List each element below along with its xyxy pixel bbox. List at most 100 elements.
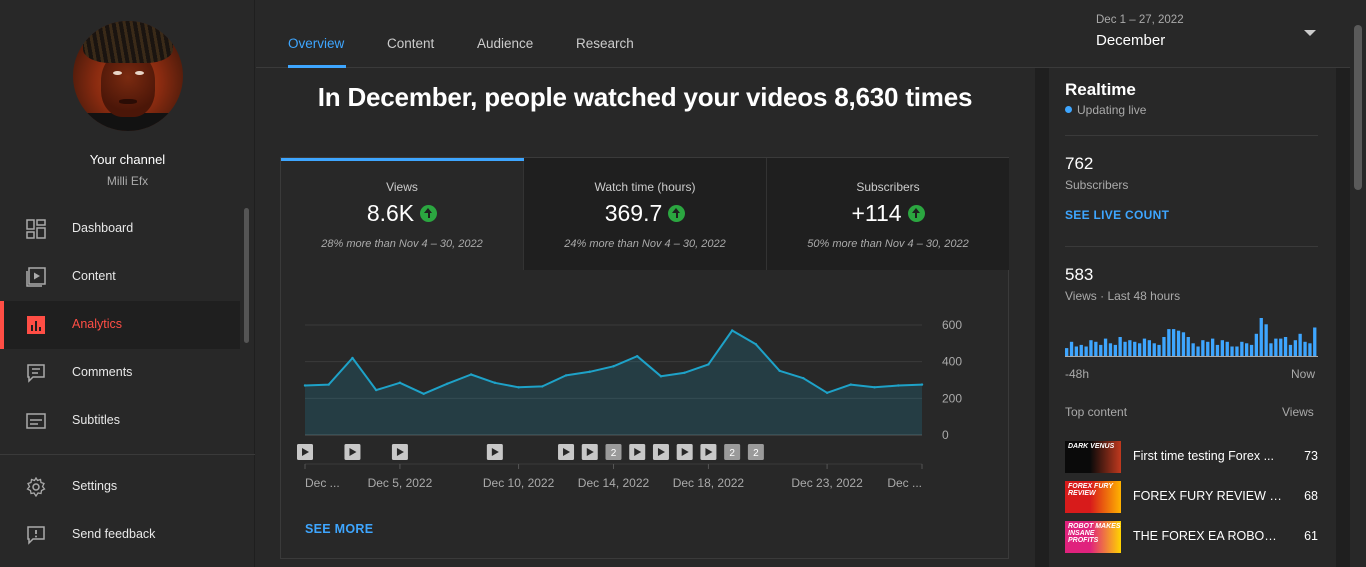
realtime-bar xyxy=(1181,332,1186,357)
sidebar-scrollbar[interactable] xyxy=(244,208,249,343)
see-live-count-link[interactable]: SEE LIVE COUNT xyxy=(1065,208,1169,222)
realtime-views-chart[interactable] xyxy=(1065,318,1318,358)
avatar-eye xyxy=(113,71,122,75)
tab-research[interactable]: Research xyxy=(576,36,634,51)
realtime-bar xyxy=(1147,340,1151,356)
video-thumbnail: ROBOT MAKES INSANE PROFITS xyxy=(1065,521,1121,553)
video-marker: 2 xyxy=(605,444,622,460)
sidebar-item-analytics[interactable]: Analytics xyxy=(0,301,240,349)
views-point xyxy=(446,382,449,385)
realtime-bar xyxy=(1220,340,1224,356)
subscriber-count: 762 xyxy=(1065,154,1094,173)
channel-title: Your channel xyxy=(89,152,166,167)
metric-views[interactable]: Views 8.6K 28% more than Nov 4 – 30, 202… xyxy=(281,158,524,270)
metric-comparison: 24% more than Nov 4 – 30, 2022 xyxy=(564,238,726,250)
metric-value: 369.7 xyxy=(604,200,663,226)
sidebar-item-subtitles[interactable]: Subtitles xyxy=(0,397,240,445)
sidebar-item-comments[interactable]: Comments xyxy=(0,349,240,397)
top-content-row[interactable]: FOREX FURY REVIEW FOREX FURY REVIEW &...… xyxy=(1065,481,1318,513)
sidebar-divider xyxy=(0,454,255,455)
see-more-link[interactable]: SEE MORE xyxy=(305,522,373,536)
realtime-bar xyxy=(1191,343,1195,356)
active-tab-indicator xyxy=(288,65,346,68)
realtime-bar xyxy=(1274,338,1278,356)
video-marker xyxy=(629,444,646,460)
sidebar-item-label: Settings xyxy=(72,479,118,493)
views-point xyxy=(873,386,876,389)
realtime-bar xyxy=(1118,337,1122,356)
realtime-bar xyxy=(1313,327,1317,356)
views-point xyxy=(778,369,781,373)
date-range-label: December xyxy=(1096,32,1166,49)
metric-subscribers[interactable]: Subscribers +114 50% more than Nov 4 – 3… xyxy=(767,158,1009,270)
video-marker-count: 2 xyxy=(611,448,617,459)
metric-title: Watch time (hours) xyxy=(594,180,696,194)
realtime-bar xyxy=(1152,343,1156,356)
realtime-bar xyxy=(1298,333,1302,356)
views-point xyxy=(351,356,354,360)
tab-overview[interactable]: Overview xyxy=(288,36,344,51)
realtime-bar xyxy=(1065,348,1069,356)
top-content-views-header: Views xyxy=(1282,405,1314,419)
tab-content[interactable]: Content xyxy=(387,36,434,51)
realtime-bar xyxy=(1138,343,1142,356)
views-point xyxy=(588,370,591,373)
video-title: First time testing Forex ... xyxy=(1133,449,1275,463)
channel-avatar[interactable] xyxy=(73,21,183,131)
realtime-bar xyxy=(1269,343,1273,356)
realtime-bar xyxy=(1283,337,1288,356)
realtime-bar xyxy=(1201,340,1205,356)
date-range-picker[interactable]: Dec 1 – 27, 2022 December xyxy=(1036,0,1350,68)
sidebar-item-send-feedback[interactable]: Send feedback xyxy=(0,511,240,559)
realtime-bar xyxy=(1123,341,1127,357)
subscriber-label: Subscribers xyxy=(1065,178,1129,192)
realtime-panel: Realtime Updating live 762 Subscribers S… xyxy=(1035,68,1350,567)
views-point xyxy=(517,386,520,389)
y-tick-label: 400 xyxy=(942,355,962,369)
avatar-eye xyxy=(135,71,144,75)
views-point xyxy=(849,383,853,386)
top-content-row[interactable]: ROBOT MAKES INSANE PROFITS THE FOREX EA … xyxy=(1065,521,1318,553)
subtitles-icon xyxy=(26,413,46,429)
sidebar-item-dashboard[interactable]: Dashboard xyxy=(0,205,240,253)
video-marker xyxy=(297,444,313,460)
x-tick-label: Dec 5, 2022 xyxy=(368,476,433,490)
views-chart[interactable]: 0 200 400 600 2 2 2 Dec ... Dec 5, 2022 Dec 10, 2… xyxy=(281,308,1008,498)
x-tick-label: Dec 14, 2022 xyxy=(578,476,650,490)
realtime-bar xyxy=(1079,344,1083,356)
video-marker-count: 2 xyxy=(753,448,759,459)
date-range-text: Dec 1 – 27, 2022 xyxy=(1096,14,1184,26)
page-scrollbar[interactable] xyxy=(1354,25,1362,190)
realtime-views-count: 583 xyxy=(1065,265,1094,284)
video-marker xyxy=(700,444,717,460)
sidebar-item-label: Analytics xyxy=(72,317,123,331)
metric-watch-time[interactable]: Watch time (hours) 369.7 24% more than N… xyxy=(524,158,767,270)
trend-up-icon xyxy=(668,205,686,222)
trend-up-icon xyxy=(420,205,438,222)
video-marker xyxy=(391,444,408,460)
video-title: THE FOREX EA ROBOT ... xyxy=(1133,529,1283,543)
realtime-bar xyxy=(1279,338,1283,356)
views-point xyxy=(802,376,805,380)
realtime-bar xyxy=(1225,341,1229,357)
realtime-bar xyxy=(1259,318,1263,356)
video-marker: 2 xyxy=(747,444,764,460)
metric-title: Views xyxy=(386,180,418,194)
sidebar-item-content[interactable]: Content xyxy=(0,253,240,301)
sidebar-item-settings[interactable]: Settings xyxy=(0,463,240,511)
metric-value: +114 xyxy=(851,200,902,226)
realtime-bar xyxy=(1089,340,1093,356)
y-tick-label: 600 xyxy=(942,318,962,332)
top-content-row[interactable]: DARK VENUS First time testing Forex ... … xyxy=(1065,441,1318,473)
video-marker: 2 xyxy=(724,444,741,460)
metric-value-row: 8.6K xyxy=(281,200,523,227)
realtime-bar xyxy=(1172,329,1176,356)
realtime-bar xyxy=(1288,344,1293,356)
comments-icon xyxy=(27,364,45,383)
tab-audience[interactable]: Audience xyxy=(477,36,533,51)
views-point xyxy=(897,384,900,387)
metric-comparison: 50% more than Nov 4 – 30, 2022 xyxy=(807,238,969,250)
views-point xyxy=(541,385,544,388)
content-icon xyxy=(26,267,46,287)
avatar-hair xyxy=(83,21,173,63)
